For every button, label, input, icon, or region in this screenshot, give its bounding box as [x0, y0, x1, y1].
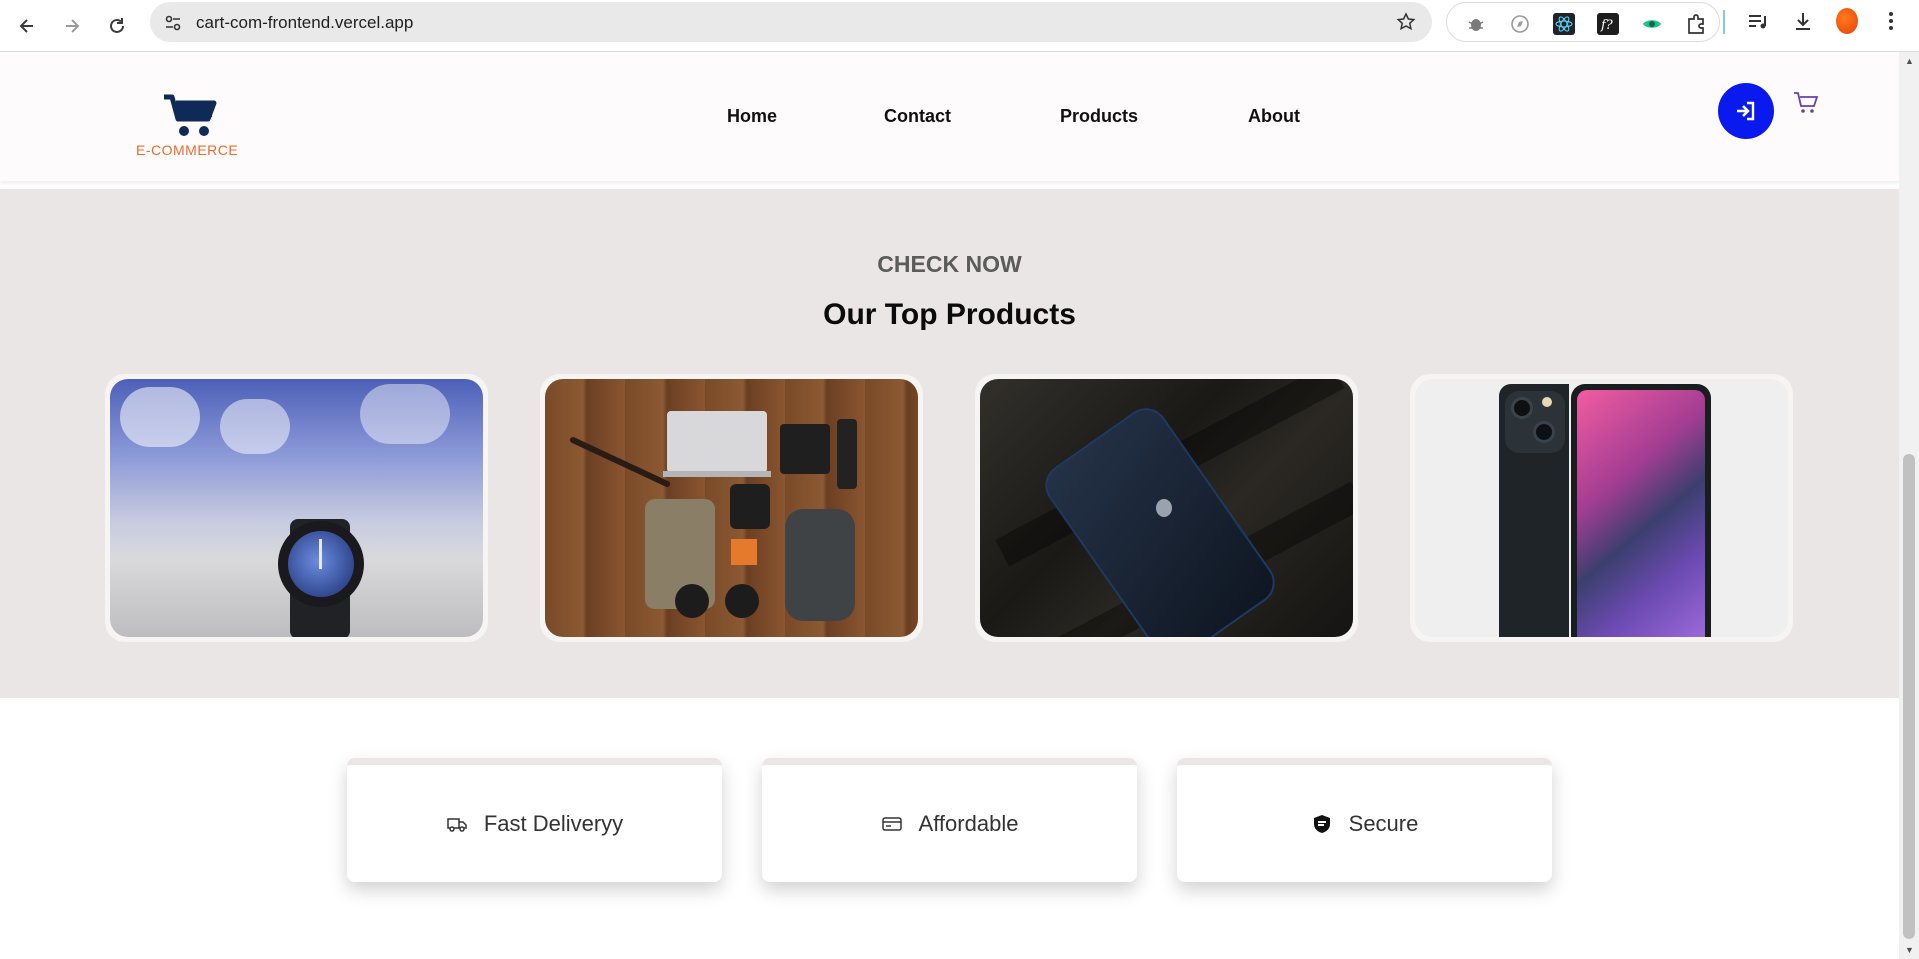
puzzle-extensions-icon[interactable] [1685, 13, 1707, 35]
iphone-13-photo[interactable] [1415, 379, 1788, 637]
nav-contact[interactable]: Contact [884, 106, 951, 127]
reload-icon [110, 18, 124, 33]
address-bar[interactable]: cart-com-frontend.vercel.app [150, 2, 1432, 42]
function-extension-icon[interactable]: f? [1597, 13, 1619, 35]
forward-button[interactable] [55, 9, 89, 43]
download-icon[interactable] [1792, 10, 1814, 32]
bookmark-star-icon[interactable] [1396, 12, 1416, 37]
truck-icon [446, 813, 468, 835]
nav-about[interactable]: About [1248, 106, 1300, 127]
back-icon [19, 19, 33, 33]
shield-icon [1311, 813, 1333, 835]
back-button[interactable] [10, 9, 44, 43]
nav-home[interactable]: Home [727, 106, 777, 127]
feature-affordable: Affordable [762, 758, 1137, 882]
login-icon [1737, 101, 1755, 121]
feature-label: Affordable [918, 810, 1019, 836]
nav-products[interactable]: Products [1060, 106, 1138, 127]
scroll-down-arrow-icon[interactable]: ▼ [1905, 945, 1914, 955]
menu-kebab-icon[interactable] [1880, 10, 1902, 32]
bug-extension-icon[interactable] [1465, 13, 1487, 35]
eye-extension-icon[interactable] [1641, 13, 1663, 35]
browser-toolbar: cart-com-frontend.vercel.app f? [0, 0, 1919, 52]
smartwatch-photo[interactable] [110, 379, 483, 637]
top-products-section: CHECK NOW Our Top Products [0, 189, 1899, 698]
login-button[interactable] [1718, 83, 1774, 139]
feature-label: Fast Deliveryy [483, 810, 624, 836]
site-header: E-COMMERCE Home Contact Products About [0, 52, 1899, 181]
profile-avatar[interactable] [1836, 8, 1858, 34]
forward-icon [66, 19, 80, 33]
camera-gear-flatlay-photo[interactable] [545, 379, 918, 637]
page-scrollbar[interactable]: ▲ ▼ [1899, 52, 1919, 959]
product-card-watch[interactable] [105, 374, 488, 642]
react-devtools-icon[interactable] [1553, 13, 1575, 35]
compass-extension-icon[interactable] [1509, 13, 1531, 35]
product-card-iphone-13[interactable] [1410, 374, 1793, 642]
section-title: Our Top Products [823, 298, 1076, 331]
product-card-iphone-dark[interactable] [975, 374, 1358, 642]
scroll-thumb[interactable] [1903, 454, 1915, 939]
section-subtitle: CHECK NOW [877, 251, 1022, 277]
scroll-up-arrow-icon[interactable]: ▲ [1905, 56, 1914, 66]
product-card-camera-gear[interactable] [540, 374, 923, 642]
feature-secure: Secure [1177, 758, 1552, 882]
feature-fast-delivery: Fast Deliveryy [347, 758, 722, 882]
toolbar-divider [1723, 10, 1725, 34]
feature-label: Secure [1348, 810, 1419, 836]
media-queue-icon[interactable] [1746, 10, 1768, 32]
cart-icon[interactable] [1792, 89, 1820, 117]
site-info-icon[interactable] [162, 12, 184, 34]
iphone-dark-photo[interactable] [980, 379, 1353, 637]
extensions-group: f? [1446, 2, 1720, 42]
credit-card-icon [881, 813, 903, 835]
main-nav: Home Contact Products About [0, 52, 1899, 181]
url-text[interactable]: cart-com-frontend.vercel.app [196, 13, 413, 33]
svg-text:f?: f? [1600, 18, 1614, 33]
reload-button[interactable] [100, 9, 134, 43]
